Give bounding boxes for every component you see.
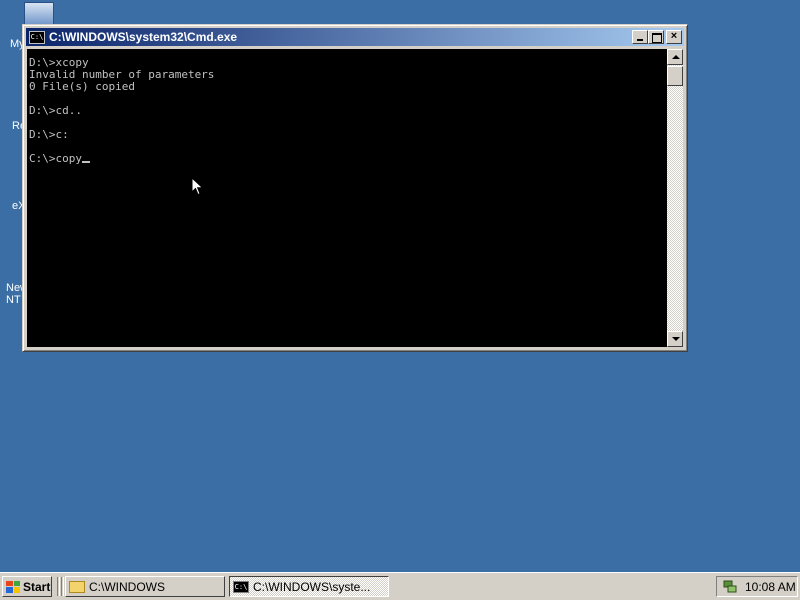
cmd-window[interactable]: C:\ C:\WINDOWS\system32\Cmd.exe × D:\>xc…: [22, 24, 688, 352]
maximize-icon: [652, 33, 662, 43]
text-cursor: [81, 161, 90, 163]
arrow-up-icon: [672, 55, 680, 59]
taskbar-separator: [57, 577, 60, 596]
task-label: C:\WINDOWS: [89, 579, 165, 594]
computer-icon: [24, 2, 54, 26]
taskbar: Start C:\WINDOWS C:\ C:\WINDOWS\syste...…: [0, 572, 800, 600]
cmd-icon: C:\: [233, 580, 249, 593]
network-icon[interactable]: [723, 580, 737, 594]
start-button[interactable]: Start: [2, 576, 52, 597]
windows-logo-icon: [6, 580, 20, 593]
clock[interactable]: 10:08 AM: [745, 580, 796, 594]
minimize-icon: [637, 39, 643, 41]
folder-icon: [69, 580, 85, 593]
cmd-icon[interactable]: C:\: [29, 30, 45, 44]
task-label: C:\WINDOWS\syste...: [253, 579, 371, 594]
close-button[interactable]: ×: [666, 30, 682, 44]
maximize-button[interactable]: [648, 30, 664, 44]
console-output[interactable]: D:\>xcopy Invalid number of parameters 0…: [27, 49, 667, 347]
system-tray: 10:08 AM: [716, 576, 798, 597]
scroll-up-button[interactable]: [667, 49, 683, 65]
console-text: D:\>xcopy Invalid number of parameters 0…: [29, 56, 215, 165]
close-icon: ×: [670, 30, 678, 42]
scrollbar-thumb[interactable]: [667, 66, 683, 86]
taskbar-grip[interactable]: [61, 577, 64, 596]
start-label: Start: [23, 579, 51, 594]
taskbar-button-windows-folder[interactable]: C:\WINDOWS: [65, 576, 225, 597]
arrow-down-icon: [672, 337, 680, 341]
mouse-pointer-icon: [191, 177, 204, 196]
taskbar-button-cmd[interactable]: C:\ C:\WINDOWS\syste...: [229, 576, 389, 597]
window-titlebar[interactable]: C:\ C:\WINDOWS\system32\Cmd.exe ×: [26, 28, 684, 46]
vertical-scrollbar[interactable]: [667, 49, 683, 347]
minimize-button[interactable]: [632, 30, 648, 44]
scroll-down-button[interactable]: [667, 331, 683, 347]
window-controls: ×: [632, 30, 682, 44]
window-title: C:\WINDOWS\system32\Cmd.exe: [49, 30, 238, 44]
